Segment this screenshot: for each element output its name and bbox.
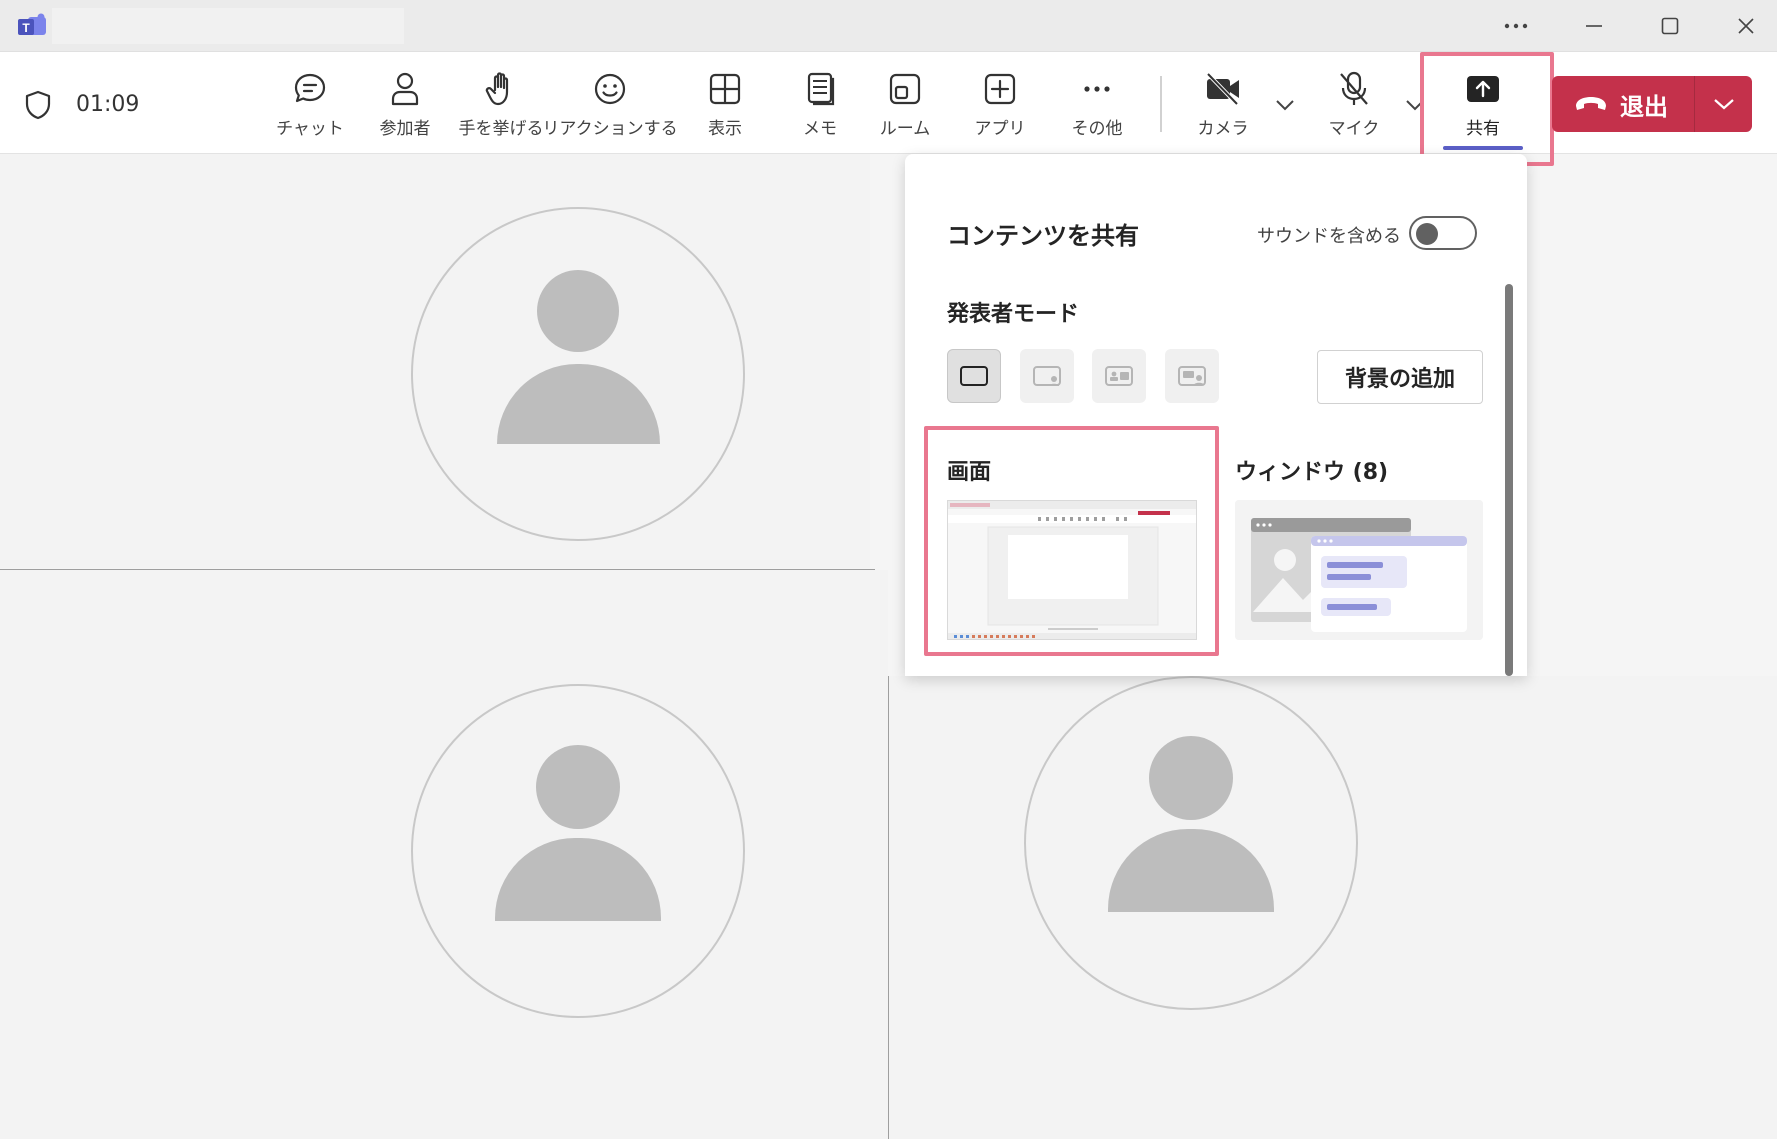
mic-button[interactable]: マイク <box>1299 70 1409 142</box>
panel-scrollbar[interactable] <box>1505 284 1513 676</box>
meeting-toolbar: 01:09 チャット 参加者 手を挙げる リアクションする 表示 メモ ルーム … <box>0 52 1777 154</box>
hang-up-icon <box>1576 97 1606 110</box>
window-share-thumbnail[interactable] <box>1235 500 1483 640</box>
presenter-mode-label: 発表者モード <box>947 302 1080 327</box>
camera-off-icon <box>1206 72 1239 106</box>
title-bar: T <box>0 0 1777 52</box>
screen-share-thumbnail[interactable] <box>947 500 1197 640</box>
presenter-mode-side-by-side[interactable] <box>1092 349 1146 403</box>
camera-button[interactable]: カメラ <box>1168 70 1278 142</box>
mic-label: マイク <box>1328 119 1380 139</box>
share-icon <box>1467 76 1499 102</box>
share-content-panel: コンテンツを共有 サウンドを含める 発表者モード 背景の追加 画面 ウィンドウ … <box>905 154 1527 676</box>
view-label: 表示 <box>708 119 742 139</box>
toggle-knob <box>1416 223 1438 245</box>
view-button[interactable]: 表示 <box>670 70 780 142</box>
grid-view-icon <box>709 73 741 105</box>
rooms-label: ルーム <box>879 119 931 139</box>
share-label: 共有 <box>1466 119 1500 139</box>
reactions-label: リアクションする <box>542 119 678 139</box>
leave-button[interactable]: 退出 <box>1552 76 1694 132</box>
meeting-timer: 01:09 <box>76 92 140 117</box>
participant-tile[interactable] <box>0 570 888 1139</box>
svg-text:T: T <box>22 21 30 35</box>
emoji-icon <box>594 73 626 105</box>
rooms-icon <box>889 73 921 105</box>
share-panel-title: コンテンツを共有 <box>947 222 1139 250</box>
presenter-mode-content-only[interactable] <box>947 349 1001 403</box>
include-sound-label: サウンドを含める <box>1257 226 1401 247</box>
leave-options-chevron-icon[interactable] <box>1695 76 1752 132</box>
avatar-head <box>537 270 619 352</box>
participant-tile[interactable] <box>0 154 870 568</box>
notes-icon <box>807 72 835 106</box>
people-icon <box>391 72 419 106</box>
include-sound-toggle[interactable] <box>1409 216 1477 250</box>
toolbar-divider <box>1160 76 1162 132</box>
screen-section-label: 画面 <box>947 460 992 485</box>
raise-hand-icon <box>485 72 509 106</box>
share-button[interactable]: 共有 <box>1428 70 1538 142</box>
more-icon <box>1084 86 1110 92</box>
screen-preview-image <box>948 501 1196 639</box>
participant-tile[interactable] <box>889 676 1777 1139</box>
participants-button[interactable]: 参加者 <box>350 70 460 142</box>
presenter-mode-reporter[interactable] <box>1165 349 1219 403</box>
more-options-icon[interactable] <box>1490 8 1542 44</box>
participants-label: 参加者 <box>379 119 431 139</box>
more-button[interactable]: その他 <box>1042 70 1152 142</box>
content-only-icon <box>960 366 988 386</box>
window-preview-illustration <box>1235 500 1483 640</box>
add-background-button[interactable]: 背景の追加 <box>1317 350 1483 404</box>
reactions-button[interactable]: リアクションする <box>542 70 678 142</box>
chat-icon <box>294 73 326 103</box>
leave-label: 退出 <box>1620 92 1668 121</box>
teams-logo-icon: T <box>18 13 46 35</box>
side-by-side-icon <box>1105 366 1133 386</box>
apps-button[interactable]: アプリ <box>945 70 1055 142</box>
shield-icon <box>25 90 51 120</box>
mic-options-chevron-icon[interactable] <box>1403 90 1427 120</box>
rooms-button[interactable]: ルーム <box>850 70 960 142</box>
apps-label: アプリ <box>974 119 1026 139</box>
more-label: その他 <box>1071 119 1123 139</box>
chat-button[interactable]: チャット <box>255 70 365 142</box>
presenter-mode-standout[interactable] <box>1020 349 1074 403</box>
standout-icon <box>1033 366 1061 386</box>
window-title-area <box>52 8 404 44</box>
chat-label: チャット <box>276 119 344 139</box>
add-app-icon <box>984 73 1016 105</box>
share-active-indicator <box>1443 146 1523 150</box>
notes-label: メモ <box>803 119 837 139</box>
avatar-head <box>1149 736 1233 820</box>
close-button[interactable] <box>1720 8 1772 44</box>
reporter-icon <box>1178 366 1206 386</box>
mic-off-icon <box>1340 71 1368 105</box>
maximize-button[interactable] <box>1644 8 1696 44</box>
raise-hand-button[interactable]: 手を挙げる <box>446 70 556 142</box>
raise-hand-label: 手を挙げる <box>458 119 544 139</box>
window-section-label: ウィンドウ (8) <box>1235 460 1389 485</box>
avatar-head <box>536 745 620 829</box>
camera-options-chevron-icon[interactable] <box>1273 90 1297 120</box>
minimize-button[interactable] <box>1568 8 1620 44</box>
camera-label: カメラ <box>1197 119 1249 139</box>
leave-button-group: 退出 <box>1552 76 1752 132</box>
